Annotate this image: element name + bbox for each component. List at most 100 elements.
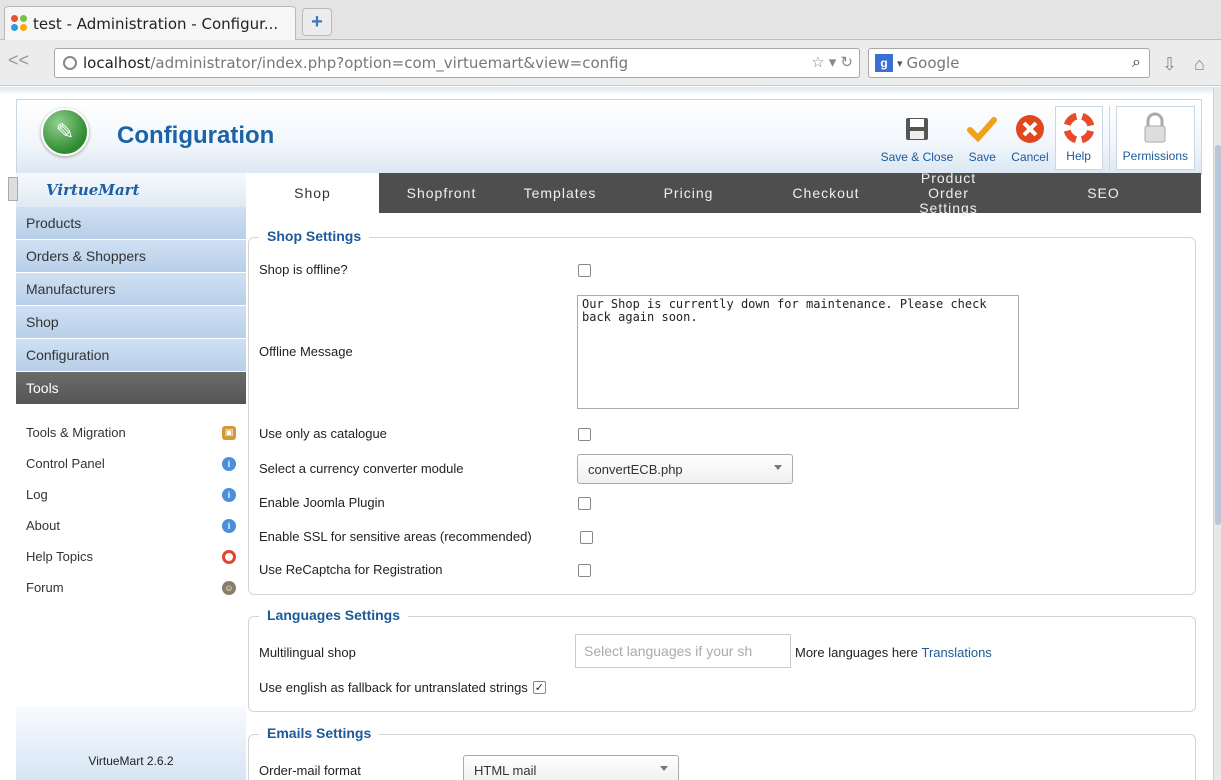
url-bar[interactable]: localhost/administrator/index.php?option… — [54, 48, 860, 78]
info-icon: i — [222, 487, 236, 502]
shop-settings-legend: Shop Settings — [259, 228, 370, 244]
bookmark-star-icon[interactable]: ☆ ▾ ↻ — [811, 53, 853, 71]
joomla-plugin-checkbox[interactable] — [578, 497, 591, 510]
sidebar-item-configuration[interactable]: Configuration — [16, 339, 246, 372]
scrollbar-thumb[interactable] — [1215, 145, 1221, 525]
sidebar-item-tools[interactable]: Tools — [16, 372, 246, 405]
users-icon: ☺ — [222, 580, 236, 595]
new-tab-button[interactable]: + — [302, 8, 332, 36]
permissions-label: Permissions — [1122, 149, 1188, 163]
submenu-item-label: Tools & Migration — [26, 425, 126, 440]
version-label: VirtueMart 2.6.2 — [88, 754, 174, 768]
tab-product-order-settings[interactable]: Product Order Settings — [891, 169, 1006, 216]
sidebar-item-shop[interactable]: Shop — [16, 306, 246, 339]
site-identity-icon[interactable] — [63, 56, 77, 70]
sidebar-item-label: Manufacturers — [26, 281, 116, 297]
submenu-item-help-topics[interactable]: Help Topics — [16, 541, 246, 572]
currency-select-value: convertECB.php — [588, 461, 683, 477]
page-header: ✎ Configuration Save & Close Save Cancel — [16, 99, 1202, 175]
translations-link[interactable]: Translations — [921, 645, 991, 660]
order-mail-select-value: HTML mail — [474, 762, 537, 778]
shop-offline-row: Shop is offline? — [259, 262, 348, 277]
tab-shop[interactable]: Shop — [246, 173, 379, 213]
toolbar-divider — [1108, 106, 1110, 170]
joomla-favicon-icon — [11, 14, 29, 33]
sidebar-collapse-handle[interactable] — [8, 177, 18, 201]
ssl-checkbox[interactable] — [580, 531, 593, 544]
catalogue-checkbox[interactable] — [578, 428, 591, 441]
joomla-plugin-label: Enable Joomla Plugin — [259, 495, 385, 510]
virtuemart-logo-text: VirtueMart — [46, 181, 140, 199]
url-path: /administrator/index.php?option=com_virt… — [150, 54, 629, 72]
chevron-down-icon — [660, 766, 668, 771]
order-mail-format-select[interactable]: HTML mail — [463, 755, 679, 780]
submenu-item-about[interactable]: About i — [16, 510, 246, 541]
cancel-button[interactable]: Cancel — [1005, 106, 1054, 170]
ssl-row: Enable SSL for sensitive areas (recommen… — [259, 529, 532, 544]
submenu-item-label: About — [26, 518, 60, 533]
tab-label: Shop — [294, 184, 331, 201]
submenu-item-control-panel[interactable]: Control Panel i — [16, 448, 246, 479]
currency-converter-select[interactable]: convertECB.php — [577, 454, 793, 484]
recaptcha-label: Use ReCaptcha for Registration — [259, 562, 443, 577]
tab-templates[interactable]: Templates — [504, 173, 616, 213]
sidebar-item-label: Orders & Shoppers — [26, 248, 146, 264]
currency-row: Select a currency converter module — [259, 461, 463, 476]
browser-tab-bar: test - Administration - Configur... + — [0, 0, 1221, 40]
info-icon: i — [222, 456, 236, 471]
chevron-down-icon — [774, 465, 782, 470]
submenu-item-label: Control Panel — [26, 456, 105, 471]
sidebar-item-label: Tools — [26, 380, 59, 396]
sidebar-item-orders-shoppers[interactable]: Orders & Shoppers — [16, 240, 246, 273]
joomla-plugin-row: Enable Joomla Plugin — [259, 495, 385, 510]
submenu-item-label: Help Topics — [26, 549, 93, 564]
url-host: localhost — [83, 54, 151, 72]
search-bar[interactable]: g ▾ Google ⌕ — [868, 48, 1150, 78]
help-label: Help — [1066, 149, 1091, 163]
back-arrow-icon[interactable]: << — [8, 50, 48, 78]
home-icon[interactable]: ⌂ — [1194, 54, 1205, 75]
cancel-label: Cancel — [1011, 150, 1049, 164]
submenu-item-label: Log — [26, 487, 48, 502]
save-close-button[interactable]: Save & Close — [875, 106, 960, 170]
offline-message-label: Offline Message — [259, 344, 353, 359]
browser-tab[interactable]: test - Administration - Configur... — [4, 6, 296, 40]
save-label: Save — [968, 150, 996, 164]
download-icon[interactable]: ⇩ — [1162, 54, 1177, 75]
save-button[interactable]: Save — [959, 106, 1005, 170]
submenu-item-log[interactable]: Log i — [16, 479, 246, 510]
search-icon[interactable]: ⌕ — [1132, 54, 1141, 72]
top-menu-strip — [0, 87, 1213, 95]
tab-checkout[interactable]: Checkout — [761, 173, 891, 213]
help-button[interactable]: Help — [1054, 106, 1103, 170]
languages-select-placeholder: Select languages if your sh — [584, 643, 753, 659]
multilingual-row: Multilingual shop — [259, 645, 356, 660]
order-mail-label: Order-mail format — [259, 763, 361, 778]
google-engine-icon[interactable]: g — [875, 54, 893, 72]
checkmark-icon — [965, 112, 999, 146]
shop-settings-fieldset: Shop Settings Shop is offline? Offline M… — [248, 228, 1196, 595]
lock-icon — [1138, 111, 1172, 145]
browser-tab-title: test - Administration - Configur... — [33, 14, 279, 33]
languages-select-input[interactable]: Select languages if your sh — [575, 634, 791, 668]
tab-label: Pricing — [663, 184, 714, 201]
offline-message-textarea[interactable]: Our Shop is currently down for maintenan… — [577, 295, 1019, 409]
tab-label: Checkout — [792, 184, 860, 201]
tab-shopfront[interactable]: Shopfront — [379, 173, 504, 213]
catalogue-row: Use only as catalogue — [259, 426, 387, 441]
submenu-item-forum[interactable]: Forum ☺ — [16, 572, 246, 603]
page-scrollbar[interactable] — [1213, 87, 1221, 780]
sidebar-item-manufacturers[interactable]: Manufacturers — [16, 273, 246, 306]
permissions-button[interactable]: Permissions — [1115, 106, 1195, 170]
sidebar-item-products[interactable]: Products — [16, 207, 246, 240]
shop-offline-checkbox[interactable] — [578, 264, 591, 277]
save-close-label: Save & Close — [880, 150, 954, 164]
fallback-checkbox[interactable]: ✓ — [532, 681, 546, 694]
submenu-item-tools-migration[interactable]: Tools & Migration ▣ — [16, 417, 246, 448]
recaptcha-checkbox[interactable] — [578, 564, 591, 577]
tab-seo[interactable]: SEO — [1006, 173, 1201, 213]
fallback-label: Use english as fallback for untranslated… — [259, 680, 528, 695]
tab-pricing[interactable]: Pricing — [616, 173, 761, 213]
tab-label: Product Order Settings — [919, 169, 978, 216]
tools-submenu: Tools & Migration ▣ Control Panel i Log … — [16, 405, 246, 603]
